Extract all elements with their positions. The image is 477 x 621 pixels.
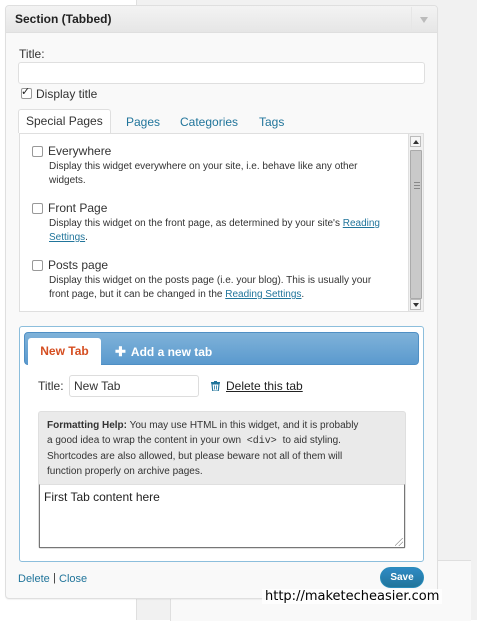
widget-header[interactable]: Section (Tabbed) [6, 6, 437, 33]
tab-title-label: Title: [38, 379, 64, 393]
grip-line [414, 188, 420, 189]
tab-bar: New Tab ✚ Add a new tab [24, 332, 419, 365]
plus-icon: ✚ [115, 344, 126, 359]
arrow-down-icon [413, 303, 419, 307]
grip-line [414, 185, 420, 186]
posts-page-label: Posts page [48, 258, 109, 272]
display-title-checkbox[interactable] [21, 85, 32, 99]
delete-widget-link[interactable]: Delete [18, 573, 50, 585]
reading-settings-link[interactable]: Reading [343, 218, 380, 229]
front-page-checkbox[interactable] [32, 203, 43, 214]
posts-page-checkbox[interactable] [32, 260, 43, 271]
scroll-up-button[interactable] [410, 136, 421, 147]
tab-tags[interactable]: Tags [259, 115, 284, 129]
grip-line [414, 182, 420, 183]
panel-scrollbar[interactable] [408, 134, 423, 311]
everywhere-label: Everywhere [48, 144, 112, 158]
display-title-label: Display title [36, 87, 98, 101]
delete-tab-link[interactable]: Delete this tab [226, 379, 303, 393]
footer-separator: | [53, 572, 56, 584]
front-page-label: Front Page [48, 201, 108, 215]
add-new-tab-button[interactable]: ✚ Add a new tab [115, 344, 212, 360]
scroll-down-button[interactable] [410, 299, 421, 310]
title-input[interactable] [18, 62, 425, 84]
reading-settings-link[interactable]: Reading Settings [225, 289, 301, 300]
trash-icon[interactable] [211, 381, 220, 391]
tab-title-input[interactable] [69, 375, 199, 397]
tab-new-tab[interactable]: New Tab [28, 338, 101, 365]
tab-content-textarea[interactable]: First Tab content here [39, 484, 405, 548]
scrollbar-thumb[interactable] [410, 150, 422, 299]
posts-page-description: Display this widget on the posts page (i… [49, 275, 372, 300]
tab-special-pages[interactable]: Special Pages [18, 109, 111, 133]
watermark-text: http://maketecheasier.com [262, 589, 443, 604]
reading-settings-link[interactable]: Settings [49, 232, 85, 243]
widget-toggle-button[interactable] [411, 7, 436, 31]
everywhere-checkbox[interactable] [32, 146, 43, 157]
special-pages-panel[interactable]: Everywhere Display this widget everywher… [19, 133, 424, 312]
everywhere-description: Display this widget everywhere on your s… [49, 161, 358, 186]
formatting-help: Formatting Help: You may use HTML in thi… [38, 411, 406, 549]
widget-section-tabbed: Section (Tabbed) Title: Display title Sp… [5, 5, 438, 599]
front-page-description: Display this widget on the front page, a… [49, 218, 380, 243]
close-widget-link[interactable]: Close [59, 573, 87, 585]
title-label: Title: [19, 47, 45, 61]
save-button[interactable]: Save [380, 567, 424, 588]
add-new-tab-label: Add a new tab [130, 345, 213, 359]
widget-title: Section (Tabbed) [15, 12, 112, 26]
chevron-down-icon [420, 17, 428, 23]
tab-pages[interactable]: Pages [126, 115, 160, 129]
tab-categories[interactable]: Categories [180, 115, 238, 129]
tab-editor: New Tab ✚ Add a new tab Title: Delete thi… [19, 326, 424, 562]
resize-handle-icon[interactable] [395, 538, 403, 546]
arrow-up-icon [413, 140, 419, 144]
formatting-help-text: Formatting Help: You may use HTML in thi… [47, 420, 359, 477]
